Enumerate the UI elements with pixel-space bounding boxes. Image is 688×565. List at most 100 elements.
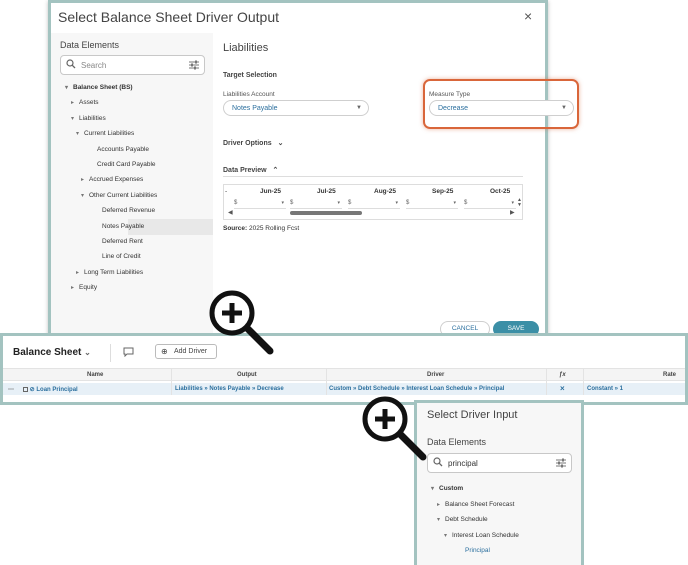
liabilities-account-value: Notes Payable [232,105,278,112]
chevron-down-icon[interactable]: ▾ [444,532,452,539]
tree-item-label: Equity [79,284,98,292]
tree-item-label: Current Liabilities [84,130,135,138]
chevron-right-icon[interactable]: ▸ [71,284,79,291]
input-data-elements-panel [417,403,581,565]
vertical-scroll-icon[interactable]: ▲ ▼ [517,198,522,208]
tree-item[interactable]: Deferred Revenue [94,207,155,214]
chevron-down-icon: ▼ [356,105,362,111]
preview-cell[interactable]: $ ▾ [464,200,516,209]
chevron-down-icon[interactable]: ▾ [76,130,84,137]
column-header-name[interactable]: Name [87,372,103,378]
add-icon: ⊕ [161,347,168,356]
row-name[interactable]: ⊘ Loan Principal [23,386,78,393]
tree-item[interactable]: ▾ Debt Schedule [437,516,488,523]
tree-item[interactable]: ▸ Accrued Expenses [81,176,143,183]
source-value: 2025 Rolling Fcst [249,225,300,232]
preview-cell[interactable]: $ ▾ [348,200,400,209]
close-icon[interactable]: × [524,8,532,24]
tree-item[interactable]: ▸ Long Term Liabilities [76,269,143,276]
month-header: Jun-25 [260,188,281,195]
tree-item[interactable]: ▾ Interest Loan Schedule [444,532,519,539]
tree-item[interactable]: Deferred Rent [94,238,143,245]
clear-icon[interactable]: × [560,384,565,393]
modal-title: Select Balance Sheet Driver Output [58,9,280,25]
column-header-output[interactable]: Output [237,372,257,378]
month-header: Aug-25 [374,188,397,195]
scroll-right-icon[interactable]: ▶ [510,209,515,216]
chevron-down-icon: ▾ [395,200,398,206]
tree-item[interactable]: Line of Credit [94,253,141,260]
filter-icon[interactable] [189,60,199,70]
tree-item[interactable]: Accounts Payable [89,146,149,153]
drag-handle-icon[interactable]: ⋯ [8,386,14,393]
currency-prefix: $ [290,200,294,206]
preview-cell[interactable]: $ ▾ [290,200,342,209]
tree-item[interactable]: ▾ Other Current Liabilities [81,192,157,199]
source-line: Source: 2025 Rolling Fcst [223,225,299,232]
target-selection-label: Target Selection [223,72,277,79]
row-output[interactable]: Liabilities » Notes Payable » Decrease [175,386,284,392]
chevron-right-icon[interactable]: ▸ [437,501,445,508]
measure-type-select[interactable]: Decrease ▼ [429,100,574,116]
filter-icon[interactable] [556,458,566,468]
chevron-down-icon[interactable]: ▾ [65,84,73,91]
tree-item[interactable]: ▾ Custom [431,485,463,492]
panel-title: Liabilities [223,42,269,54]
tree-item[interactable]: Credit Card Payable [89,161,156,168]
chevron-right-icon[interactable]: ▸ [76,269,84,276]
data-preview-toggle[interactable]: Data Preview ⌃ [223,166,278,174]
tree-item-label: Notes Payable [102,222,145,230]
comment-icon[interactable] [123,347,134,357]
currency-prefix: $ [406,200,410,206]
column-header-fx[interactable]: ƒx [559,372,566,378]
tree-item-label: Balance Sheet Forecast [445,500,515,508]
column-header-driver[interactable]: Driver [427,372,444,378]
grid-title[interactable]: Balance Sheet ⌄ [13,347,91,358]
grid-title-label: Balance Sheet [13,347,82,358]
tree-item[interactable]: ▸ Assets [71,99,99,106]
month-header-truncated: - [225,188,228,195]
month-header: Jul-25 [317,188,336,195]
tree-item-label: Deferred Revenue [102,207,156,215]
tree-item[interactable]: ▾ Current Liabilities [76,130,134,137]
chevron-down-icon: ▾ [281,200,284,206]
chevron-down-icon[interactable]: ▾ [431,485,439,492]
tree-item[interactable]: ▸ Balance Sheet Forecast [437,501,514,508]
row-driver[interactable]: Custom » Debt Schedule » Interest Loan S… [329,386,504,392]
tree-item[interactable]: Notes Payable [94,223,144,230]
column-divider [583,368,584,395]
chevron-right-icon[interactable]: ▸ [81,176,89,183]
month-header: Oct-25 [490,188,511,195]
search-placeholder: Search [81,61,107,70]
liabilities-account-select[interactable]: Notes Payable ▼ [223,100,369,116]
tree-item[interactable]: ▾ Balance Sheet (BS) [65,84,133,91]
row-rate[interactable]: Constant » 1 [587,386,623,392]
chevron-right-icon[interactable]: ▸ [71,99,79,106]
row-checkbox[interactable] [23,386,28,392]
tree-item-label: Accounts Payable [97,145,150,153]
tree-item[interactable]: Principal [457,547,490,554]
preview-cell[interactable]: $ ▾ [234,200,286,209]
measure-type-value: Decrease [438,105,468,112]
currency-prefix: $ [464,200,468,206]
select-driver-output-modal: Select Balance Sheet Driver Output × Dat… [48,0,579,338]
column-header-rate[interactable]: Rate [663,372,676,378]
tree-item-label: Long Term Liabilities [84,268,144,276]
tree-item[interactable]: ▸ Equity [71,284,97,291]
tree-item-label: Credit Card Payable [97,161,156,168]
search-input[interactable]: Search [60,55,205,75]
chevron-down-icon[interactable]: ▾ [437,516,445,523]
horizontal-scrollbar[interactable] [290,211,362,215]
chevron-down-icon[interactable]: ▾ [71,115,79,122]
search-input[interactable]: principal [427,453,572,473]
tree-item[interactable]: ▾ Liabilities [71,115,106,122]
chevron-down-icon: ▼ [561,105,567,111]
scroll-left-icon[interactable]: ◀ [228,209,233,216]
chevron-up-icon: ⌃ [272,167,279,174]
driver-options-toggle[interactable]: Driver Options ⌄ [223,139,283,147]
add-driver-label: Add Driver [174,348,208,355]
preview-cell[interactable]: $ ▾ [406,200,458,209]
chevron-down-icon[interactable]: ▾ [81,192,89,199]
divider [110,344,111,362]
tree-item-label: Other Current Liabilities [89,191,158,199]
